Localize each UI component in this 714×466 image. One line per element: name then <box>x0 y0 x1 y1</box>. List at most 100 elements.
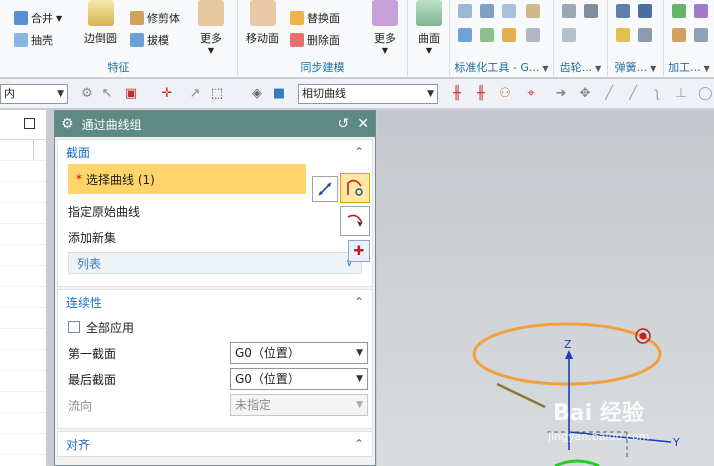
line-icon[interactable]: ╱ <box>602 87 616 101</box>
std-tool-5-icon[interactable] <box>458 28 472 42</box>
ribbon-group-spring: 弹簧... ▼ <box>608 0 664 78</box>
more2-button[interactable]: 更多 ▼ <box>372 0 398 55</box>
chevron-down-icon: ▼ <box>356 400 363 410</box>
collapse-caret-icon[interactable]: ⌃ <box>354 437 364 451</box>
std-tool-8-icon[interactable] <box>526 28 540 42</box>
cube-icon[interactable]: ■ <box>272 87 286 101</box>
ribbon-group-sync: 移动面 替换面 删除面 更多 ▼ 同步建模 <box>238 0 408 78</box>
rect-select-icon[interactable]: ⬚ <box>210 87 224 101</box>
navigator-row[interactable] <box>0 161 46 182</box>
axis-label-y: Y <box>673 436 680 449</box>
shell-button[interactable]: 抽壳 <box>14 32 53 48</box>
navigator-row[interactable] <box>0 140 46 161</box>
eraser-icon[interactable]: ◈ <box>250 87 264 101</box>
std-tool-4-icon[interactable] <box>526 4 540 18</box>
filter-icon[interactable]: ⚙ <box>80 87 94 101</box>
replace-face-button[interactable]: 替换面 <box>290 10 340 26</box>
more-button[interactable]: 更多 ▼ <box>198 0 224 55</box>
navigator-row[interactable] <box>0 182 46 203</box>
machining-tool-2-icon[interactable] <box>694 4 708 18</box>
spring-tool-3-icon[interactable] <box>616 28 630 42</box>
first-section-select[interactable]: G0（位置） ▼ <box>230 342 368 364</box>
graphics-window[interactable]: Z Y <box>377 110 714 466</box>
machining-tool-3-icon[interactable] <box>672 28 686 42</box>
section-align-header[interactable]: 对齐 ⌃ <box>58 432 372 456</box>
draft-button[interactable]: 拔模 <box>130 32 169 48</box>
maximize-icon[interactable] <box>24 118 35 129</box>
stop-at-intersection-icon[interactable]: ╫ <box>450 87 464 101</box>
move-face-button[interactable]: 移动面 <box>246 0 279 46</box>
surface-button[interactable]: 曲面 ▼ <box>416 0 442 55</box>
ribbon-group-std-tools: 标准化工具 - G... ▼ <box>450 0 554 78</box>
point-icon[interactable]: ✛ <box>160 87 174 101</box>
navigator-row[interactable] <box>0 350 46 371</box>
navigator-header <box>0 110 46 140</box>
section-cross-header[interactable]: 截面 ⌃ <box>58 140 372 164</box>
navigator-row[interactable] <box>0 308 46 329</box>
curve-icon[interactable]: ʅ <box>650 87 664 101</box>
machining-tool-1-icon[interactable] <box>672 4 686 18</box>
circle-icon[interactable]: ◯ <box>698 87 713 101</box>
unite-button[interactable]: 合并 ▼ <box>14 10 62 26</box>
navigator-row[interactable] <box>0 392 46 413</box>
navigator-row[interactable] <box>0 203 46 224</box>
collapse-caret-icon[interactable]: ⌃ <box>354 145 364 159</box>
select-curve-row[interactable]: * 选择曲线 (1) <box>68 164 306 194</box>
draft-icon <box>130 33 144 47</box>
type-filter-combo[interactable]: 内 ▼ <box>0 84 68 104</box>
chevron-down-icon: ▼ <box>356 374 363 384</box>
model-canvas[interactable] <box>377 110 714 466</box>
navigator-row[interactable] <box>0 329 46 350</box>
list-toggle[interactable]: 列表 ∨ <box>68 252 362 274</box>
collapse-caret-icon[interactable]: ⌃ <box>354 295 364 309</box>
section-continuity-header[interactable]: 连续性 ⌃ <box>58 290 372 314</box>
more-icon <box>198 0 224 26</box>
select-icon[interactable]: ↖ <box>100 87 114 101</box>
apply-all-checkbox[interactable] <box>68 321 80 333</box>
angle-icon[interactable]: ⊥ <box>674 87 688 101</box>
move-icon[interactable]: ✥ <box>578 87 592 101</box>
snap-box-icon[interactable]: ▣ <box>124 87 138 101</box>
std-tool-1-icon[interactable] <box>458 4 472 18</box>
navigator-row[interactable] <box>0 371 46 392</box>
add-new-set-button[interactable]: ✚ <box>348 240 370 262</box>
apply-all-row[interactable]: 全部应用 <box>58 314 372 340</box>
machining-tool-4-icon[interactable] <box>694 28 708 42</box>
navigator-row[interactable] <box>0 224 46 245</box>
chain-icon[interactable]: ⚇ <box>498 87 512 101</box>
through-curves-dialog: ⚙ 通过曲线组 ↺ ✕ 截面 ⌃ * 选择曲线 (1) 指定原始曲线 添加新集 <box>54 110 376 466</box>
std-tool-7-icon[interactable] <box>502 28 516 42</box>
arrow-right-icon[interactable]: ➜ <box>554 87 568 101</box>
selection-toolbar: 内 ▼ ⚙ ↖ ▣ ✛ ↗ ⬚ ◈ ■ 相切曲线 ▼ ╫ ╫ ⚇ ⌖ ➜ ✥ ╱… <box>0 79 714 109</box>
navigator-row[interactable] <box>0 287 46 308</box>
close-icon[interactable]: ✕ <box>357 116 369 132</box>
gear-tool-2-icon[interactable] <box>584 4 598 18</box>
navigator-row[interactable] <box>0 245 46 266</box>
navigator-row[interactable] <box>0 413 46 434</box>
spring-tool-2-icon[interactable] <box>638 4 652 18</box>
std-tool-6-icon[interactable] <box>480 28 494 42</box>
z-axis-arrow <box>565 350 573 359</box>
std-tool-2-icon[interactable] <box>480 4 494 18</box>
gear-tool-1-icon[interactable] <box>562 4 576 18</box>
navigator-row[interactable] <box>0 434 46 455</box>
trim-body-button[interactable]: 修剪体 <box>130 10 180 26</box>
gear-tool-3-icon[interactable] <box>562 28 576 42</box>
follow-fillet-icon[interactable]: ╫ <box>474 87 488 101</box>
std-tool-3-icon[interactable] <box>502 4 516 18</box>
selected-circle-curve[interactable] <box>472 322 662 386</box>
feature-curve-icon[interactable]: ⌖ <box>524 87 538 101</box>
reset-icon[interactable]: ↺ <box>338 116 350 132</box>
last-section-select[interactable]: G0（位置） ▼ <box>230 368 368 390</box>
spring-tool-4-icon[interactable] <box>638 28 652 42</box>
add-set-icon: ✚ <box>353 243 365 259</box>
cursor-icon[interactable]: ↗ <box>188 87 202 101</box>
dialog-titlebar[interactable]: ⚙ 通过曲线组 ↺ ✕ <box>55 111 375 137</box>
edge-blend-button[interactable]: 边倒圆 <box>84 0 117 46</box>
navigator-row[interactable] <box>0 266 46 287</box>
spring-tool-1-icon[interactable] <box>616 4 630 18</box>
curve-rule-combo[interactable]: 相切曲线 ▼ <box>298 84 438 104</box>
line2-icon[interactable]: ╱ <box>626 87 640 101</box>
delete-face-button[interactable]: 删除面 <box>290 32 340 48</box>
last-section-row: 最后截面 G0（位置） ▼ <box>58 366 372 392</box>
